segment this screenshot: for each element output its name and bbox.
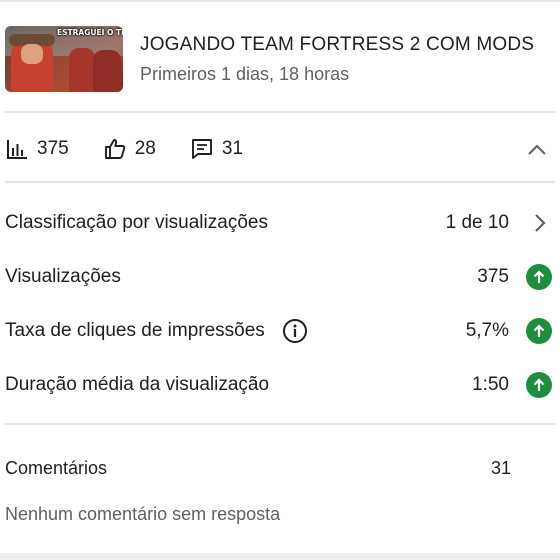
- top-divider: [0, 0, 560, 2]
- metric-label: Taxa de cliques de impressões: [5, 320, 265, 341]
- thumbnail-face: [21, 44, 43, 64]
- metric-value: 5,7%: [465, 320, 509, 341]
- video-age: Primeiros 1 dias, 18 horas: [140, 64, 350, 84]
- metric-views: Visualizações 375: [5, 262, 555, 292]
- metric-ranking[interactable]: Classificação por visualizações 1 de 10: [5, 208, 555, 238]
- bar-chart-icon: [5, 137, 29, 161]
- thumbnail-character: [69, 48, 95, 92]
- trend-indicator: [525, 317, 553, 345]
- trend-indicator: [525, 371, 553, 399]
- likes-stat: 28: [103, 137, 156, 161]
- divider: [5, 423, 555, 425]
- views-count: 375: [37, 138, 69, 159]
- comments-status: Nenhum comentário sem resposta: [5, 504, 281, 524]
- comments-count: 31: [221, 138, 243, 159]
- video-thumbnail[interactable]: ESTRAGUEI O TF?: [5, 26, 123, 92]
- metric-label: Duração média da visualização: [5, 374, 270, 395]
- metric-value: 1:50: [472, 374, 509, 395]
- metric-label: Classificação por visualizações: [5, 212, 268, 233]
- thumbs-up-icon: [103, 137, 127, 161]
- arrow-up-icon: [526, 264, 552, 290]
- metric-ctr: Taxa de cliques de impressões 5,7%: [5, 316, 555, 346]
- comments-stat: 31: [190, 137, 243, 161]
- stats-summary: 375 28 31: [5, 132, 555, 166]
- trend-indicator: [525, 263, 553, 291]
- metric-value: 1 de 10: [445, 212, 509, 233]
- arrow-up-icon: [526, 318, 552, 344]
- bottom-divider: [0, 553, 560, 560]
- divider: [5, 181, 555, 183]
- comments-label: Comentários: [5, 457, 108, 478]
- metric-value: 375: [477, 266, 509, 287]
- video-title[interactable]: JOGANDO TEAM FORTRESS 2 COM MODS: [140, 34, 534, 56]
- views-stat: 375: [5, 137, 69, 161]
- metric-label: Visualizações: [5, 266, 121, 287]
- thumbnail-caption: ESTRAGUEI O TF?: [57, 28, 123, 37]
- divider: [5, 111, 555, 113]
- arrow-up-icon: [526, 372, 552, 398]
- chevron-up-icon[interactable]: [525, 138, 549, 167]
- likes-count: 28: [134, 138, 156, 159]
- chevron-right-icon[interactable]: [525, 209, 553, 237]
- comments-section[interactable]: Comentários 31: [5, 454, 555, 482]
- comment-icon: [190, 137, 214, 161]
- info-icon[interactable]: [281, 317, 309, 345]
- thumbnail-character: [93, 50, 121, 92]
- metric-avg-duration: Duração média da visualização 1:50: [5, 370, 555, 400]
- comments-total: 31: [490, 457, 511, 478]
- video-header[interactable]: ESTRAGUEI O TF? JOGANDO TEAM FORTRESS 2 …: [5, 26, 555, 94]
